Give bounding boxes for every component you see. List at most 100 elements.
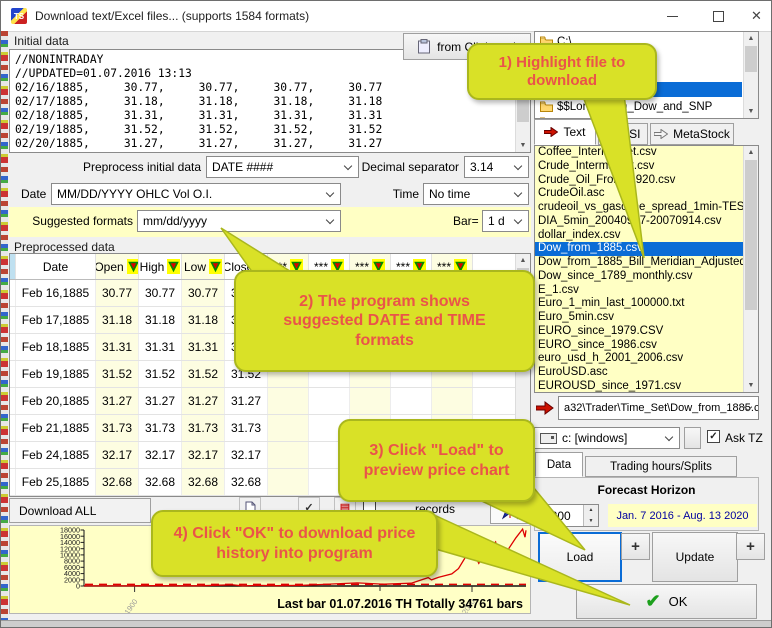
cell-value: 32.17 bbox=[225, 442, 268, 468]
time-format-label: Time bbox=[391, 187, 419, 201]
metastock-arrow-icon bbox=[654, 129, 668, 139]
scroll-up-icon[interactable]: ▲ bbox=[744, 146, 758, 159]
red-arrow-icon bbox=[544, 127, 558, 137]
format-tab-metastock[interactable]: MetaStock bbox=[650, 123, 734, 145]
spin-down-icon[interactable]: ▼ bbox=[584, 516, 598, 527]
spin-up-icon[interactable]: ▲ bbox=[584, 505, 598, 516]
forecast-bars-spinner[interactable]: 1200 ▲ ▼ bbox=[539, 504, 599, 527]
file-list-item[interactable]: euro_usd_h_2001_2006.csv bbox=[535, 352, 744, 366]
close-icon: ✕ bbox=[751, 8, 762, 24]
file-list-item[interactable]: EUROUSD_since_1971.csv bbox=[535, 380, 744, 393]
file-path-combo[interactable]: a32\Trader\Time_Set\Dow_from_1885.csv bbox=[558, 396, 759, 420]
time-format-combo[interactable]: No time bbox=[423, 183, 529, 205]
tree-item-folder[interactable]: $$Long_Term_Dow_and_SNP bbox=[537, 99, 742, 114]
tree-scrollbar[interactable]: ▲ ▼ bbox=[743, 32, 758, 118]
scroll-up-icon[interactable]: ▲ bbox=[744, 32, 758, 45]
plus-icon: + bbox=[631, 538, 640, 555]
file-list-item[interactable]: Crude_Intermarket.csv bbox=[535, 160, 744, 174]
filter-icon[interactable] bbox=[127, 259, 139, 274]
tab-trading-hours-splits[interactable]: Trading hours/Splits bbox=[585, 456, 737, 477]
filter-icon[interactable] bbox=[167, 259, 180, 274]
drive-icon bbox=[540, 433, 557, 444]
file-list-item[interactable]: CrudeOil.asc bbox=[535, 187, 744, 201]
file-list-item[interactable]: E_1.csv bbox=[535, 284, 744, 298]
file-list-item[interactable]: Dow_from_1885.csv bbox=[535, 242, 744, 256]
file-list-item[interactable]: Euro_5min.csv bbox=[535, 311, 744, 325]
file-list-item[interactable]: Dow_since_1789_monthly.csv bbox=[535, 270, 744, 284]
cell-value bbox=[268, 469, 309, 495]
file-list-item[interactable]: Crude_Oil_From_1920.csv bbox=[535, 174, 744, 188]
cell-date: Feb 24,1885 bbox=[16, 442, 96, 468]
ask-tz-checkbox[interactable]: ✓ bbox=[707, 430, 720, 443]
cell-value: 32.68 bbox=[182, 469, 225, 495]
scroll-thumb[interactable] bbox=[745, 160, 757, 310]
tab-data[interactable]: Data bbox=[535, 452, 583, 477]
download-all-button[interactable]: Download ALL bbox=[9, 498, 151, 523]
column-header-open: Open bbox=[96, 254, 139, 279]
drive-aux-button[interactable] bbox=[684, 427, 701, 449]
file-list-item[interactable]: Coffee_Intermarket.csv bbox=[535, 146, 744, 160]
scroll-up-icon[interactable]: ▲ bbox=[516, 254, 530, 267]
load-plus-button[interactable]: + bbox=[621, 533, 650, 560]
scroll-down-icon[interactable]: ▼ bbox=[744, 105, 758, 118]
callout-line: 3) Click "Load" to bbox=[340, 441, 533, 460]
filelist-scrollbar[interactable]: ▲ ▼ bbox=[743, 146, 758, 392]
file-list[interactable]: Coffee_Intermarket.csvCrude_Intermarket.… bbox=[534, 145, 759, 393]
decimal-separator-combo[interactable]: 3.14 bbox=[464, 156, 529, 178]
background-app-strip bbox=[1, 31, 8, 627]
cell-value: 31.27 bbox=[225, 388, 268, 414]
csi-icon bbox=[605, 129, 615, 139]
cell-value: 31.31 bbox=[139, 334, 182, 360]
file-list-item[interactable]: dollar_index.csv bbox=[535, 229, 744, 243]
cell-value bbox=[268, 415, 309, 441]
cell-value: 32.68 bbox=[139, 469, 182, 495]
tab-label: Data bbox=[547, 459, 571, 471]
preprocess-combo[interactable]: DATE #### bbox=[206, 156, 359, 178]
cell-value: 31.18 bbox=[139, 307, 182, 333]
load-button[interactable]: Load bbox=[538, 532, 622, 582]
maximize-button[interactable] bbox=[695, 1, 741, 31]
scroll-down-icon[interactable]: ▼ bbox=[744, 379, 758, 392]
column-label: High bbox=[140, 260, 165, 274]
close-button[interactable]: ✕ bbox=[741, 1, 772, 31]
column-label: Open bbox=[96, 260, 124, 274]
suggested-formats-label: Suggested formats bbox=[31, 214, 133, 228]
callout-line: download bbox=[469, 72, 655, 90]
file-list-item[interactable]: EURO_since_1986.csv bbox=[535, 339, 744, 353]
file-list-item[interactable]: Euro_1_min_last_100000.txt bbox=[535, 297, 744, 311]
scroll-thumb[interactable] bbox=[745, 46, 757, 72]
callout-line: history into program bbox=[153, 544, 436, 563]
cell-value bbox=[268, 442, 309, 468]
date-format-combo[interactable]: MM/DD/YYYY OHLC Vol O.I. bbox=[51, 183, 341, 205]
format-tab-text[interactable]: Text bbox=[534, 119, 596, 145]
bar-combo[interactable]: 1 d bbox=[482, 210, 529, 232]
file-list-item[interactable]: EURO_since_1979.CSV bbox=[535, 325, 744, 339]
cell-value: 30.77 bbox=[139, 280, 182, 306]
cell-value: 31.31 bbox=[96, 334, 139, 360]
file-list-item[interactable]: EuroUSD.asc bbox=[535, 366, 744, 380]
file-list-item[interactable]: Dow_from_1885_Bill_Meridian_Adjusted.cs bbox=[535, 256, 744, 270]
filter-icon[interactable] bbox=[209, 259, 222, 274]
format-tab-csi[interactable]: CSI bbox=[598, 123, 648, 145]
scroll-down-icon[interactable]: ▼ bbox=[516, 139, 530, 152]
decimal-separator-label: Decimal separator bbox=[341, 160, 459, 174]
cell-date: Feb 18,1885 bbox=[16, 334, 96, 360]
table-row[interactable]: Feb 20,188531.2731.2731.2731.27 bbox=[10, 388, 516, 415]
callout-line: preview price chart bbox=[340, 461, 533, 480]
preprocessed-data-label: Preprocessed data bbox=[14, 240, 115, 254]
initial-data-box[interactable]: //NONINTRADAY //UPDATED=01.07.2016 13:13… bbox=[9, 49, 531, 153]
callout-line: 4) Click "OK" to download price bbox=[153, 524, 436, 543]
update-plus-button[interactable]: + bbox=[736, 533, 765, 560]
svg-text:0: 0 bbox=[76, 582, 80, 591]
update-button[interactable]: Update bbox=[652, 532, 738, 582]
maximize-icon bbox=[713, 11, 724, 22]
minimize-button[interactable] bbox=[649, 1, 695, 31]
suggested-formats-combo[interactable]: mm/dd/yyyy bbox=[137, 210, 341, 232]
file-list-item[interactable]: DIA_5min_20040927-20070914.csv bbox=[535, 215, 744, 229]
tab-label: CSI bbox=[620, 127, 640, 141]
callout-4: 4) Click "OK" to download pricehistory i… bbox=[151, 510, 438, 577]
ok-button[interactable]: ✔ OK bbox=[576, 584, 757, 619]
drive-combo[interactable]: c: [windows] bbox=[534, 427, 680, 449]
arrow-up-icon bbox=[502, 501, 518, 520]
file-list-item[interactable]: crudeoil_vs_gasoline_spread_1min-TESTED bbox=[535, 201, 744, 215]
